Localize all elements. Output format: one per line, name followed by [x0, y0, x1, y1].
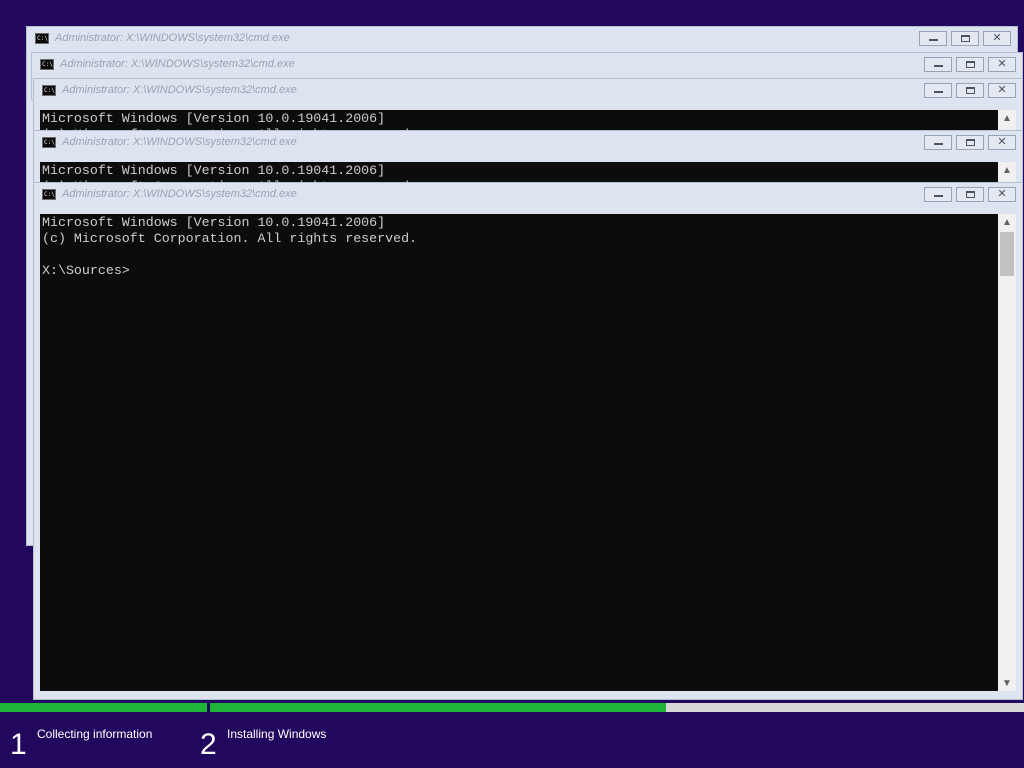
- chevron-up-icon[interactable]: ▲: [998, 214, 1016, 230]
- minimize-icon: [933, 195, 943, 197]
- progress-segment-installing: [210, 703, 1024, 712]
- minimize-button[interactable]: [924, 135, 952, 150]
- console-line: Microsoft Windows [Version 10.0.19041.20…: [42, 111, 386, 126]
- close-icon: ✕: [992, 32, 1002, 44]
- minimize-button[interactable]: [924, 83, 952, 98]
- window-title: Administrator: X:\WINDOWS\system32\cmd.e…: [60, 58, 295, 70]
- maximize-button[interactable]: [956, 135, 984, 150]
- maximize-icon: [965, 191, 975, 198]
- cmd-window-active[interactable]: C:\ Administrator: X:\WINDOWS\system32\c…: [33, 182, 1023, 700]
- minimize-icon: [933, 91, 943, 93]
- step-label: Collecting information: [37, 727, 153, 741]
- title-bar[interactable]: C:\ Administrator: X:\WINDOWS\system32\c…: [27, 27, 1017, 51]
- command-prompt-icon: C:\: [40, 59, 54, 70]
- close-button[interactable]: ✕: [988, 135, 1016, 150]
- window-title: Administrator: X:\WINDOWS\system32\cmd.e…: [62, 84, 297, 96]
- chevron-up-icon[interactable]: ▲: [998, 110, 1016, 126]
- minimize-button[interactable]: [919, 31, 947, 46]
- window-title: Administrator: X:\WINDOWS\system32\cmd.e…: [55, 32, 290, 44]
- console-output[interactable]: Microsoft Windows [Version 10.0.19041.20…: [40, 214, 998, 691]
- maximize-button[interactable]: [951, 31, 979, 46]
- close-button[interactable]: ✕: [988, 187, 1016, 202]
- console-line: Microsoft Windows [Version 10.0.19041.20…: [42, 163, 386, 178]
- step-number: 2: [200, 728, 217, 761]
- command-prompt-icon: C:\: [42, 189, 56, 200]
- minimize-button[interactable]: [924, 57, 952, 72]
- minimize-icon: [933, 65, 943, 67]
- title-bar[interactable]: C:\ Administrator: X:\WINDOWS\system32\c…: [34, 79, 1022, 103]
- step-number: 1: [10, 728, 27, 761]
- close-button[interactable]: ✕: [988, 83, 1016, 98]
- title-bar[interactable]: C:\ Administrator: X:\WINDOWS\system32\c…: [34, 131, 1022, 155]
- close-icon: ✕: [997, 136, 1007, 148]
- cmd-window[interactable]: C:\ Administrator: X:\WINDOWS\system32\c…: [33, 130, 1023, 190]
- command-prompt-icon: C:\: [35, 33, 49, 44]
- maximize-button[interactable]: [956, 187, 984, 202]
- setup-progress-bar: [0, 700, 1024, 714]
- maximize-icon: [960, 35, 970, 42]
- chevron-up-icon[interactable]: ▲: [998, 162, 1016, 178]
- maximize-icon: [965, 87, 975, 94]
- scrollbar-thumb[interactable]: [1000, 232, 1014, 276]
- maximize-button[interactable]: [956, 57, 984, 72]
- minimize-icon: [933, 143, 943, 145]
- minimize-icon: [928, 39, 938, 41]
- close-button[interactable]: ✕: [983, 31, 1011, 46]
- maximize-icon: [965, 61, 975, 68]
- cmd-window[interactable]: C:\ Administrator: X:\WINDOWS\system32\c…: [33, 78, 1023, 138]
- progress-segment-collecting: [0, 703, 207, 712]
- window-title: Administrator: X:\WINDOWS\system32\cmd.e…: [62, 188, 297, 200]
- maximize-icon: [965, 139, 975, 146]
- chevron-down-icon[interactable]: ▼: [998, 675, 1016, 691]
- vertical-scrollbar[interactable]: ▲ ▼: [998, 214, 1016, 691]
- title-bar[interactable]: C:\ Administrator: X:\WINDOWS\system32\c…: [34, 183, 1022, 207]
- window-title: Administrator: X:\WINDOWS\system32\cmd.e…: [62, 136, 297, 148]
- minimize-button[interactable]: [924, 187, 952, 202]
- close-icon: ✕: [997, 188, 1007, 200]
- maximize-button[interactable]: [956, 83, 984, 98]
- close-icon: ✕: [997, 84, 1007, 96]
- console-line: (c) Microsoft Corporation. All rights re…: [42, 231, 418, 246]
- title-bar[interactable]: C:\ Administrator: X:\WINDOWS\system32\c…: [32, 53, 1022, 77]
- progress-fill: [210, 703, 666, 712]
- console-text[interactable]: Microsoft Windows [Version 10.0.19041.20…: [40, 214, 998, 280]
- console-line: Microsoft Windows [Version 10.0.19041.20…: [42, 215, 386, 230]
- close-icon: ✕: [997, 58, 1007, 70]
- step-label: Installing Windows: [227, 727, 327, 741]
- command-prompt[interactable]: X:\Sources>: [42, 263, 130, 278]
- progress-fill: [0, 703, 207, 712]
- command-prompt-icon: C:\: [42, 137, 56, 148]
- command-prompt-icon: C:\: [42, 85, 56, 96]
- close-button[interactable]: ✕: [988, 57, 1016, 72]
